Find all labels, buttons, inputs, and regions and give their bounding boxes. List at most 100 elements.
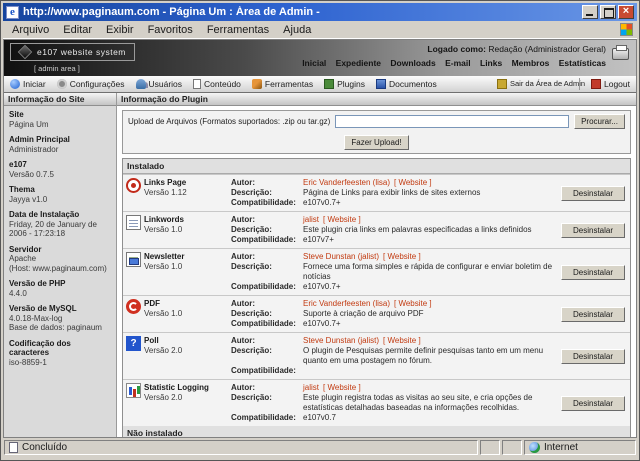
- toolbar-label: Usuários: [148, 79, 183, 89]
- status-text: Concluído: [22, 442, 68, 453]
- newsletter-icon: [126, 252, 141, 267]
- close-button[interactable]: [618, 5, 634, 19]
- browser-window: http://www.paginaum.com - Página Um : Ár…: [0, 0, 640, 461]
- nav-link-estatisticas[interactable]: Estatísticas: [559, 58, 606, 68]
- status-small-panel: [502, 440, 522, 455]
- window-title: http://www.paginaum.com - Página Um : Ár…: [23, 6, 320, 18]
- nav-link-expediente[interactable]: Expediente: [336, 58, 381, 68]
- section-not-installed: Não instalado: [123, 426, 630, 437]
- plugin-table: Instalado Links Page Versão 1.12 Autor: …: [122, 158, 631, 437]
- site-info-entry: Versão de MySQL 4.0.18-Max-log Base de d…: [9, 304, 102, 332]
- e107-logo-box: e107 website system: [10, 43, 135, 61]
- toolbar-item-conteudo[interactable]: Conteúdo: [193, 79, 241, 89]
- toolbar-label: Configurações: [69, 79, 125, 89]
- nav-link-downloads[interactable]: Downloads: [390, 58, 435, 68]
- menu-item-editar[interactable]: Editar: [56, 23, 99, 37]
- site-info-sidebar: Informação do Site Site Página Um Admin …: [4, 93, 117, 437]
- menu-item-ajuda[interactable]: Ajuda: [276, 23, 318, 37]
- usuarios-icon: [135, 79, 146, 89]
- menu-item-ferramentas[interactable]: Ferramentas: [200, 23, 276, 37]
- plugin-panel: Informação do Plugin Upload de Arquivos …: [117, 93, 636, 437]
- author-link[interactable]: jalist: [303, 383, 319, 392]
- menu-item-exibir[interactable]: Exibir: [99, 23, 141, 37]
- toolbar-item-usuarios[interactable]: Usuários: [135, 79, 183, 89]
- content-area: Informação do Site Site Página Um Admin …: [4, 93, 636, 437]
- author-link[interactable]: Eric Vanderfeesten (lisa): [303, 178, 390, 187]
- plugins-icon: [324, 79, 335, 89]
- linkwords-icon: [126, 215, 141, 230]
- nav-link-inicial[interactable]: Inicial: [302, 58, 326, 68]
- sidebar-title: Informação do Site: [4, 93, 116, 106]
- author-link[interactable]: Eric Vanderfeesten (lisa): [303, 299, 390, 308]
- exit-admin-icon: [497, 79, 507, 89]
- logout-link[interactable]: Logout: [591, 79, 630, 89]
- status-zone-text: Internet: [544, 442, 578, 453]
- uninstall-button[interactable]: Desinstalar: [561, 185, 625, 201]
- nav-link-email[interactable]: E-mail: [445, 58, 471, 68]
- toolbar-item-documentos[interactable]: Documentos: [376, 79, 437, 89]
- toolbar-label: Documentos: [389, 79, 437, 89]
- toolbar-label: Ferramentas: [264, 79, 314, 89]
- site-info-entry: Data de Instalação Friday, 20 de January…: [9, 210, 97, 238]
- upload-button[interactable]: Fazer Upload!: [344, 135, 409, 150]
- uninstall-button[interactable]: Desinstalar: [561, 395, 625, 411]
- done-page-icon: [9, 442, 18, 453]
- exit-admin-area-link[interactable]: Sair da Área de Admin: [497, 79, 586, 89]
- plugin-row-poll: Poll Versão 2.0 Autor: Steve Dunstan (ja…: [123, 332, 630, 379]
- toolbar-item-plugins[interactable]: Plugins: [324, 79, 365, 89]
- site-info-entry: Codificação dos caracteres iso-8859-1: [9, 338, 71, 367]
- website-link[interactable]: [ Website ]: [394, 178, 432, 187]
- author-link[interactable]: Steve Dunstan (jalist): [303, 252, 379, 261]
- title-bar: http://www.paginaum.com - Página Um : Ár…: [3, 3, 637, 21]
- website-link[interactable]: [ Website ]: [323, 215, 361, 224]
- plugin-panel-title: Informação do Plugin: [117, 93, 636, 106]
- site-info-entry: Site Página Um: [9, 110, 49, 129]
- uninstall-button[interactable]: Desinstalar: [561, 306, 625, 322]
- plugin-row-links-page: Links Page Versão 1.12 Autor: Eric Vande…: [123, 174, 630, 211]
- toolbar-label: Iniciar: [23, 79, 46, 89]
- toolbar-item-configuracoes[interactable]: Configurações: [56, 79, 125, 89]
- header-right: Logado como: Redação (Administrador Gera…: [295, 44, 606, 68]
- site-info-entry: Versão de PHP 4.4.0: [9, 279, 66, 298]
- menu-bar: Arquivo Editar Exibir Favoritos Ferramen…: [3, 21, 637, 39]
- site-info-entry: Admin Principal Administrador: [9, 135, 70, 154]
- website-link[interactable]: [ Website ]: [323, 383, 361, 392]
- maximize-button[interactable]: [600, 5, 616, 19]
- windows-logo-icon: [620, 23, 633, 36]
- iniciar-icon: [10, 79, 20, 89]
- plugin-row-linkwords: Linkwords Versão 1.0 Autor: jalist[ Webs…: [123, 211, 630, 248]
- printer-icon[interactable]: [612, 45, 629, 60]
- nav-link-links[interactable]: Links: [480, 58, 502, 68]
- documentos-icon: [376, 79, 386, 89]
- ferramentas-icon: [251, 79, 262, 89]
- upload-file-input[interactable]: [335, 115, 570, 128]
- site-info-entry: e107 Versão 0.7.5: [9, 160, 54, 179]
- page-viewport: e107 website system [ admin area ] Logad…: [3, 39, 637, 438]
- plugin-row-statistic-logging: Statistic Logging Versão 2.0 Autor: jali…: [123, 379, 630, 426]
- author-link[interactable]: Steve Dunstan (jalist): [303, 336, 379, 345]
- nav-link-membros[interactable]: Membros: [512, 58, 550, 68]
- status-bar: Concluído Internet: [3, 438, 637, 457]
- internet-globe-icon: [529, 442, 540, 453]
- upload-box: Upload de Arquivos (Formatos suportados:…: [122, 110, 631, 154]
- exit-admin-label: Sair da Área de Admin: [510, 79, 586, 88]
- site-nav: Inicial Expediente Downloads E-mail Link…: [295, 58, 606, 68]
- conteudo-icon: [193, 79, 202, 89]
- logout-icon: [591, 79, 601, 89]
- minimize-button[interactable]: [582, 5, 598, 19]
- uninstall-button[interactable]: Desinstalar: [561, 222, 625, 238]
- menu-item-favoritos[interactable]: Favoritos: [141, 23, 200, 37]
- toolbar-item-iniciar[interactable]: Iniciar: [10, 79, 46, 89]
- website-link[interactable]: [ Website ]: [383, 252, 421, 261]
- plugin-row-newsletter: Newsletter Versão 1.0 Autor: Steve Dunst…: [123, 248, 630, 295]
- site-info-entry: Servidor Apache (Host: www.paginaum.com): [9, 244, 107, 273]
- uninstall-button[interactable]: Desinstalar: [561, 348, 625, 364]
- website-link[interactable]: [ Website ]: [394, 299, 432, 308]
- upload-label: Upload de Arquivos (Formatos suportados:…: [128, 117, 331, 126]
- menu-item-arquivo[interactable]: Arquivo: [5, 23, 56, 37]
- author-link[interactable]: jalist: [303, 215, 319, 224]
- uninstall-button[interactable]: Desinstalar: [561, 264, 625, 280]
- browse-button[interactable]: Procurar...: [574, 114, 625, 129]
- toolbar-item-ferramentas[interactable]: Ferramentas: [251, 79, 314, 89]
- website-link[interactable]: [ Website ]: [383, 336, 421, 345]
